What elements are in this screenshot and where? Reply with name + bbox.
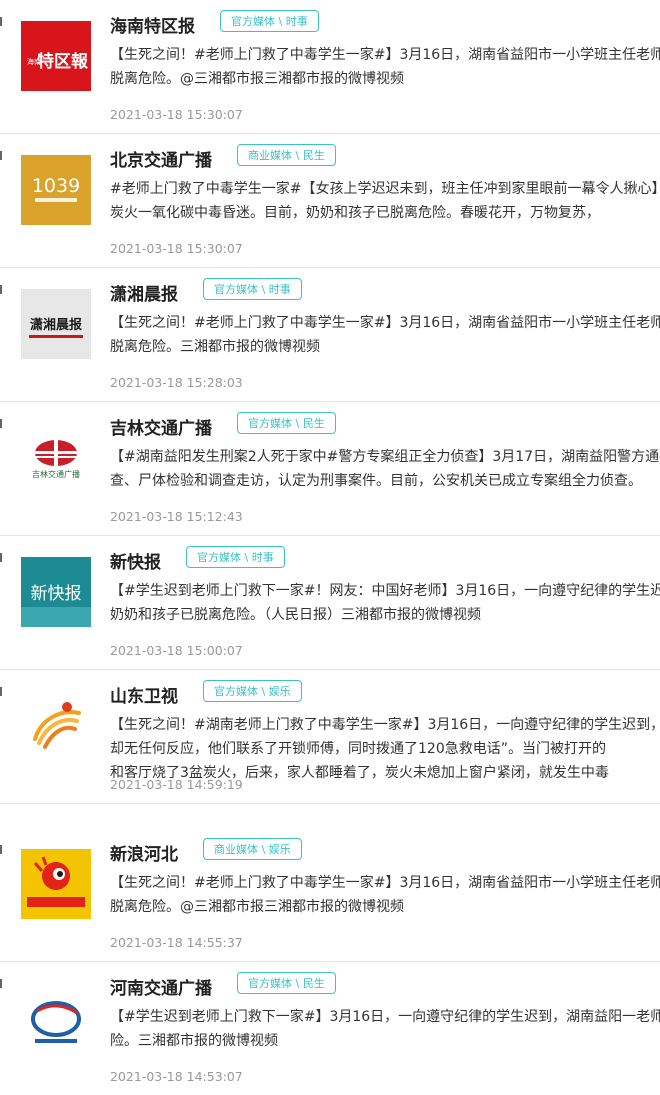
henan-radio-logo[interactable] — [21, 983, 91, 1053]
item-marker — [0, 419, 2, 428]
sina-hebei-logo[interactable] — [21, 849, 91, 919]
post-text-line: 奶奶和孩子已脱离危险。（人民日报）三湘都市报的微博视频 — [110, 607, 481, 623]
post-timestamp: 2021-03-18 15:12:43 — [110, 509, 243, 524]
post-timestamp: 2021-03-18 14:53:07 — [110, 1069, 243, 1084]
post-text-line: 【#学生迟到老师上门救下一家#】3月16日，一向遵守纪律的学生迟到，湖南益阳一老… — [110, 1009, 660, 1025]
post-timestamp: 2021-03-18 15:30:07 — [110, 107, 243, 122]
xiaoxiang-logo[interactable]: 潇湘晨报 — [21, 289, 91, 359]
media-name[interactable]: 新快报 — [110, 548, 161, 573]
post-text-line: 【生死之间！#湖南老师上门救了中毒学生一家#】3月16日，一向遵守纪律的学生迟到… — [110, 717, 660, 733]
post-text-line: 【生死之间！#老师上门救了中毒学生一家#】3月16日，湖南省益阳市一小学班主任老… — [110, 875, 660, 891]
post-text[interactable]: 【生死之间！#湖南老师上门救了中毒学生一家#】3月16日，一向遵守纪律的学生迟到… — [110, 713, 660, 785]
post-timestamp: 2021-03-18 14:55:37 — [110, 935, 243, 950]
item-marker — [0, 553, 2, 562]
post-timestamp: 2021-03-18 15:28:03 — [110, 375, 243, 390]
post-text-line: 【#学生迟到老师上门救下一家#！网友：中国好老师】3月16日，一向遵守纪律的学生… — [110, 583, 660, 599]
media-name[interactable]: 山东卫视 — [110, 682, 178, 707]
radio-1039-logo[interactable]: 1039 — [21, 155, 91, 225]
post-text[interactable]: 【#学生迟到老师上门救下一家#】3月16日，一向遵守纪律的学生迟到，湖南益阳一老… — [110, 1005, 660, 1053]
media-name[interactable]: 海南特区报 — [110, 12, 195, 37]
jilin-radio-logo[interactable]: 吉林交通广播 — [21, 423, 91, 493]
post-text[interactable]: #老师上门救了中毒学生一家#【女孩上学迟迟未到，班主任冲到家里眼前一幕令人揪心】… — [110, 177, 660, 225]
category-badge: 官方媒体 \ 时事 — [220, 10, 319, 32]
item-marker — [0, 17, 2, 26]
item-marker — [0, 845, 2, 854]
xinkuaibao-logo[interactable]: 新快报 — [21, 557, 91, 627]
post-text[interactable]: 【生死之间！#老师上门救了中毒学生一家#】3月16日，湖南省益阳市一小学班主任老… — [110, 311, 660, 359]
feed-item-henan-radio: 河南交通广播 官方媒体 \ 民生 【#学生迟到老师上门救下一家#】3月16日，一… — [0, 962, 660, 1095]
post-timestamp: 2021-03-18 14:59:19 — [110, 777, 243, 792]
media-name[interactable]: 潇湘晨报 — [110, 280, 178, 305]
item-marker — [0, 151, 2, 160]
post-timestamp: 2021-03-18 15:30:07 — [110, 241, 243, 256]
logo-text: 潇湘晨报 — [30, 317, 83, 333]
category-badge: 官方媒体 \ 时事 — [186, 546, 285, 568]
shandong-tv-logo[interactable] — [21, 691, 91, 761]
logo-text: 新快报 — [31, 584, 82, 604]
post-text-line: 脱离危险。@三湘都市报三湘都市报的微博视频 — [110, 899, 404, 915]
item-marker — [0, 979, 2, 988]
post-text[interactable]: 【#湖南益阳发生刑案2人死于家中#警方专案组正全力侦查】3月17日，湖南益阳警方… — [110, 445, 660, 493]
post-text-line: 脱离危险。@三湘都市报三湘都市报的微博视频 — [110, 71, 404, 87]
post-text[interactable]: 【生死之间！#老师上门救了中毒学生一家#】3月16日，湖南省益阳市一小学班主任老… — [110, 871, 660, 919]
media-name[interactable]: 吉林交通广播 — [110, 414, 212, 439]
post-text-line: 却无任何反应，他们联系了开锁师傅，同时拨通了120急救电话”。当门被打开的 — [110, 741, 606, 757]
post-text-line: 脱离危险。三湘都市报的微博视频 — [110, 339, 320, 355]
media-feed: 海南 特区報 海南特区报 官方媒体 \ 时事 【生死之间！#老师上门救了中毒学生… — [0, 0, 660, 1095]
category-badge: 官方媒体 \ 民生 — [237, 972, 336, 994]
feed-item-haitebao: 海南 特区報 海南特区报 官方媒体 \ 时事 【生死之间！#老师上门救了中毒学生… — [0, 0, 660, 134]
post-text-line: 【生死之间！#老师上门救了中毒学生一家#】3月16日，湖南省益阳市一小学班主任老… — [110, 315, 660, 331]
feed-item-xinkuaibao: 新快报 新快报 官方媒体 \ 时事 【#学生迟到老师上门救下一家#！网友：中国好… — [0, 536, 660, 670]
item-marker — [0, 687, 2, 696]
post-text-line: #老师上门救了中毒学生一家#【女孩上学迟迟未到，班主任冲到家里眼前一幕令人揪心】… — [110, 181, 660, 197]
media-name[interactable]: 北京交通广播 — [110, 146, 212, 171]
item-marker — [0, 285, 2, 294]
media-name[interactable]: 新浪河北 — [110, 840, 178, 865]
post-text[interactable]: 【#学生迟到老师上门救下一家#！网友：中国好老师】3月16日，一向遵守纪律的学生… — [110, 579, 660, 627]
post-text[interactable]: 【生死之间！#老师上门救了中毒学生一家#】3月16日，湖南省益阳市一小学班主任老… — [110, 43, 660, 91]
category-badge: 官方媒体 \ 时事 — [203, 278, 302, 300]
feed-item-sina-hebei: 新浪河北 商业媒体 \ 娱乐 【生死之间！#老师上门救了中毒学生一家#】3月16… — [0, 828, 660, 962]
feed-item-shandong-tv: 山东卫视 官方媒体 \ 娱乐 【生死之间！#湖南老师上门救了中毒学生一家#】3月… — [0, 670, 660, 804]
category-badge: 官方媒体 \ 娱乐 — [203, 680, 302, 702]
media-name[interactable]: 河南交通广播 — [110, 974, 212, 999]
svg-text:1039: 1039 — [32, 175, 80, 197]
category-badge: 商业媒体 \ 娱乐 — [203, 838, 302, 860]
haitebao-logo[interactable]: 海南 特区報 — [21, 21, 91, 91]
feed-item-xiaoxiang: 潇湘晨报 潇湘晨报 官方媒体 \ 时事 【生死之间！#老师上门救了中毒学生一家#… — [0, 268, 660, 402]
post-text-line: 【生死之间！#老师上门救了中毒学生一家#】3月16日，湖南省益阳市一小学班主任老… — [110, 47, 660, 63]
feed-item-beijing-radio: 1039 北京交通广播 商业媒体 \ 民生 #老师上门救了中毒学生一家#【女孩上… — [0, 134, 660, 268]
category-badge: 商业媒体 \ 民生 — [237, 144, 336, 166]
category-badge: 官方媒体 \ 民生 — [237, 412, 336, 434]
post-text-line: 【#湖南益阳发生刑案2人死于家中#警方专案组正全力侦查】3月17日，湖南益阳警方… — [110, 449, 660, 465]
post-timestamp: 2021-03-18 15:00:07 — [110, 643, 243, 658]
feed-item-jilin-radio: 吉林交通广播 吉林交通广播 官方媒体 \ 民生 【#湖南益阳发生刑案2人死于家中… — [0, 402, 660, 536]
post-text-line: 炭火一氧化碳中毒昏迷。目前，奶奶和孩子已脱离危险。春暖花开，万物复苏， — [110, 205, 600, 221]
post-text-line: 险。三湘都市报的微博视频 — [110, 1033, 278, 1049]
post-text-line: 查、尸体检验和调查走访，认定为刑事案件。目前，公安机关已成立专案组全力侦查。 — [110, 473, 642, 489]
svg-text:特区報: 特区報 — [37, 51, 89, 72]
logo-text: 吉林交通广播 — [32, 469, 80, 479]
